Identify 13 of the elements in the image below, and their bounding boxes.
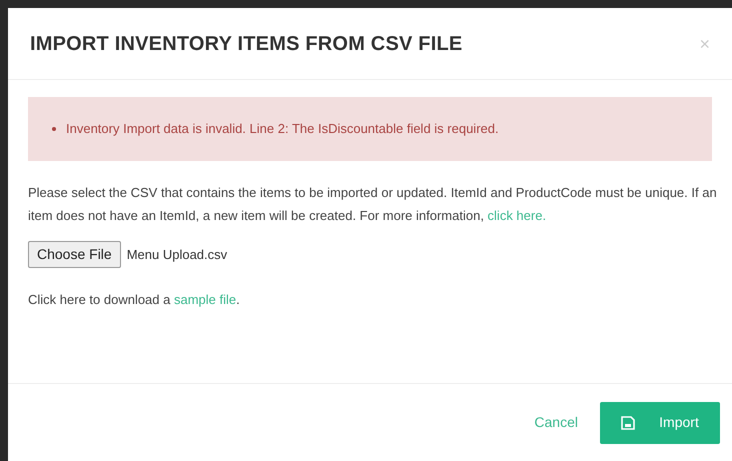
description-text: Please select the CSV that contains the items to be imported or updated. ItemId and ProductCode must be unique. If an item does not have an ItemId, a new item will be created. For more information, click here. bbox=[28, 184, 718, 225]
close-button[interactable]: × bbox=[699, 34, 710, 52]
error-message: Inventory Import data is invalid. Line 2: The IsDiscountable field is required. bbox=[66, 120, 499, 138]
sample-file-link[interactable]: sample file bbox=[174, 292, 236, 307]
more-info-link[interactable]: click here. bbox=[488, 208, 546, 223]
cancel-button[interactable]: Cancel bbox=[534, 412, 578, 433]
import-button[interactable]: Import bbox=[600, 402, 720, 444]
download-text: Click here to download a sample file. bbox=[28, 291, 241, 309]
bullet-icon bbox=[52, 127, 56, 131]
save-icon bbox=[621, 416, 636, 430]
dialog-title: IMPORT INVENTORY ITEMS FROM CSV FILE bbox=[30, 32, 462, 56]
choose-file-button[interactable]: Choose File bbox=[28, 241, 121, 268]
file-name: Menu Upload.csv bbox=[126, 246, 228, 264]
